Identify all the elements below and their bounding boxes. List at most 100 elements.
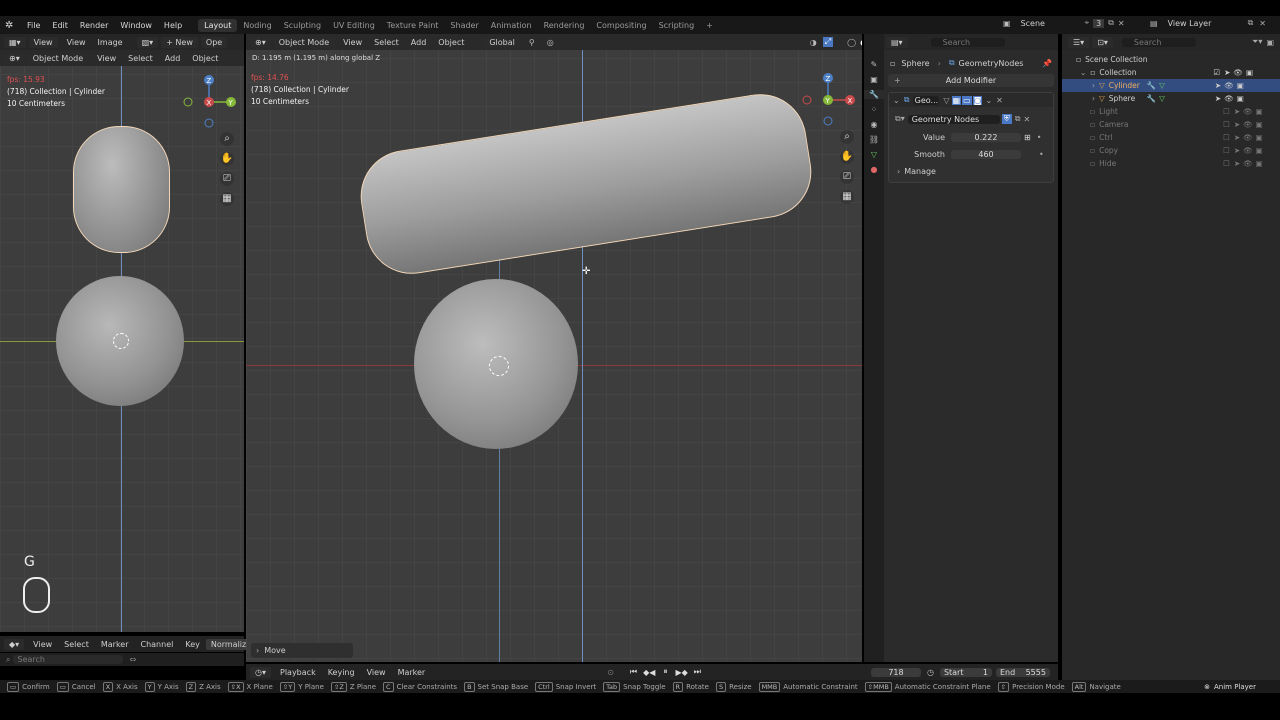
outliner-editor-icon[interactable]: ☰▾	[1068, 36, 1090, 48]
overlay-icon[interactable]: ◑	[810, 38, 817, 47]
outliner-search-input[interactable]: Search	[1121, 37, 1196, 47]
left-editor-type-icon[interactable]: ⊕▾	[4, 52, 25, 64]
copy-select-icon[interactable]: ➤	[1234, 146, 1240, 155]
main-navigation-gizmo[interactable]: Z Y X	[798, 70, 858, 130]
scene-close-icon[interactable]: ✕	[1118, 19, 1125, 28]
hide-select-icon[interactable]: ➤	[1234, 159, 1240, 168]
tab-scripting[interactable]: Scripting	[653, 19, 701, 32]
main-pan-icon[interactable]: ✋	[840, 150, 854, 164]
jump-end-icon[interactable]: ⏭	[694, 667, 701, 677]
camera-select-icon[interactable]: ➤	[1234, 120, 1240, 129]
dopesheet-menu-select[interactable]: Select	[58, 640, 95, 649]
outliner-display-mode-icon[interactable]: ⊡▾	[1092, 36, 1113, 48]
main-menu-select[interactable]: Select	[368, 38, 405, 47]
modifier-collapse-icon[interactable]: ⌄	[893, 96, 900, 105]
scene-collection-row[interactable]: ▫ Scene Collection	[1062, 53, 1280, 66]
left-menu-add[interactable]: Add	[159, 54, 187, 63]
node-group-field[interactable]: Geometry Nodes	[907, 114, 1000, 124]
light-camera-icon[interactable]: ▣	[1256, 107, 1263, 116]
main-capsule-object[interactable]	[354, 87, 818, 281]
blender-logo-icon[interactable]: ✲	[5, 20, 19, 31]
left-mode-dropdown[interactable]: Object Mode	[27, 52, 89, 64]
copy-checkbox-icon[interactable]: ☐	[1223, 146, 1230, 155]
collection-expand-icon[interactable]: ⌄	[1080, 68, 1086, 77]
cylinder-camera-icon[interactable]: ▣	[1237, 81, 1244, 90]
orientation-dropdown[interactable]: Global	[484, 36, 520, 48]
menu-edit[interactable]: Edit	[46, 21, 74, 30]
operator-panel[interactable]: › Move	[251, 643, 353, 658]
cage-toggle-icon[interactable]: ▦	[951, 95, 962, 105]
render-toggle-icon[interactable]: ◙	[972, 95, 983, 105]
fake-user-icon[interactable]: ⛨	[1001, 114, 1012, 124]
manage-panel[interactable]: › Manage	[889, 164, 1053, 178]
record-icon[interactable]: ⊙	[607, 668, 614, 677]
value-keyframe-icon[interactable]: •	[1037, 133, 1042, 142]
proportional-edit-icon[interactable]: ◎	[547, 38, 554, 47]
scene-selector[interactable]: ▣ Scene ⌖ 3 ⧉ ✕	[1003, 18, 1125, 28]
menu-window[interactable]: Window	[114, 21, 158, 30]
smooth-field[interactable]: 460	[951, 149, 1021, 159]
modifier-delete-icon[interactable]: ✕	[996, 96, 1003, 105]
viewport-toggle-icon[interactable]: ▭	[962, 95, 972, 105]
current-frame-field[interactable]: 718	[870, 667, 921, 677]
cylinder-modifier-icon[interactable]: 🔧	[1147, 81, 1156, 90]
timeline-menu-playback[interactable]: Playback	[274, 668, 322, 677]
main-menu-add[interactable]: Add	[405, 38, 433, 47]
copy-camera-icon[interactable]: ▣	[1256, 146, 1263, 155]
timeline-menu-marker[interactable]: Marker	[392, 668, 432, 677]
left-menu-select[interactable]: Select	[122, 54, 159, 63]
left-pan-icon[interactable]: ✋	[220, 152, 234, 166]
cylinder-eye-icon[interactable]: 👁	[1224, 81, 1234, 90]
modifier-menu-icon[interactable]: ⌄	[985, 96, 992, 105]
snap-icon[interactable]: ⚲	[529, 38, 535, 47]
hide-checkbox-icon[interactable]: ☐	[1223, 159, 1230, 168]
value-field[interactable]: 0.222	[951, 132, 1021, 142]
scene-pin-icon[interactable]: ⌖	[1085, 18, 1090, 28]
tab-compositing[interactable]: Compositing	[590, 19, 652, 32]
add-workspace-button[interactable]: +	[700, 19, 719, 32]
menu-file[interactable]: File	[21, 21, 46, 30]
camera-eye-icon[interactable]: 👁	[1243, 120, 1253, 129]
tool-tab-icon[interactable]: ✎	[864, 60, 884, 69]
timeline-menu-view[interactable]: View	[361, 668, 392, 677]
tab-rendering[interactable]: Rendering	[538, 19, 591, 32]
left-menu-view[interactable]: View	[91, 54, 122, 63]
new-image-button[interactable]: + New	[161, 36, 198, 48]
menu-render[interactable]: Render	[74, 21, 114, 30]
dopesheet-menu-marker[interactable]: Marker	[95, 640, 135, 649]
open-image-button[interactable]: Ope	[200, 36, 228, 48]
properties-search-input[interactable]: Search	[930, 37, 1005, 47]
dopesheet-search-input[interactable]: Search	[13, 655, 124, 664]
dopesheet-menu-channel[interactable]: Channel	[135, 640, 180, 649]
collection-select-icon[interactable]: ➤	[1224, 68, 1230, 77]
camera-checkbox-icon[interactable]: ☐	[1223, 120, 1230, 129]
left-capsule-object[interactable]	[73, 126, 170, 253]
modifier-name-field[interactable]: Geo...	[913, 95, 940, 105]
main-mode-dropdown[interactable]: Object Mode	[273, 36, 335, 48]
collection-eye-icon[interactable]: 👁	[1233, 68, 1243, 77]
anim-player-close-icon[interactable]: ⊗	[1204, 683, 1210, 691]
duplicate-icon[interactable]: ⧉	[1015, 114, 1021, 124]
left-menu-object[interactable]: Object	[186, 54, 224, 63]
jump-start-icon[interactable]: ⏮	[630, 667, 637, 677]
collection-camera-icon[interactable]: ▣	[1246, 68, 1253, 77]
outliner-row-camera[interactable]: ▫ Camera ☐ ➤ 👁 ▣	[1062, 118, 1280, 131]
sphere-modifier-icon[interactable]: 🔧	[1147, 94, 1156, 103]
outliner-row-hide[interactable]: ▫ Hide ☐ ➤ 👁 ▣	[1062, 157, 1280, 170]
sphere-select-icon[interactable]: ➤	[1215, 94, 1221, 103]
cylinder-select-icon[interactable]: ➤	[1215, 81, 1221, 90]
left-viewport[interactable]: ⊕▾ Object Mode View Select Add Object fp…	[0, 50, 244, 632]
render-tab-icon[interactable]: ▣	[864, 75, 884, 84]
material-tab-icon[interactable]: ●	[864, 165, 884, 174]
tab-texture-paint[interactable]: Texture Paint	[381, 19, 445, 32]
shading-wire-icon[interactable]: ◯	[847, 38, 856, 47]
dopesheet-menu-key[interactable]: Key	[179, 640, 206, 649]
value-attribute-icon[interactable]: ⊞	[1024, 133, 1031, 142]
anim-player-label[interactable]: Anim Player	[1214, 683, 1256, 691]
shading-solid-icon[interactable]: ●	[860, 38, 862, 47]
light-select-icon[interactable]: ➤	[1234, 107, 1240, 116]
outliner-row-cylinder[interactable]: › ▽ Cylinder 🔧 ▽ ➤ 👁 ▣	[1062, 79, 1280, 92]
collection-row[interactable]: ⌄ ▫ Collection ☑ ➤ 👁 ▣	[1062, 66, 1280, 79]
tab-shader[interactable]: Shader	[444, 19, 484, 32]
editor-type-icon[interactable]: ▦▾	[4, 36, 26, 48]
